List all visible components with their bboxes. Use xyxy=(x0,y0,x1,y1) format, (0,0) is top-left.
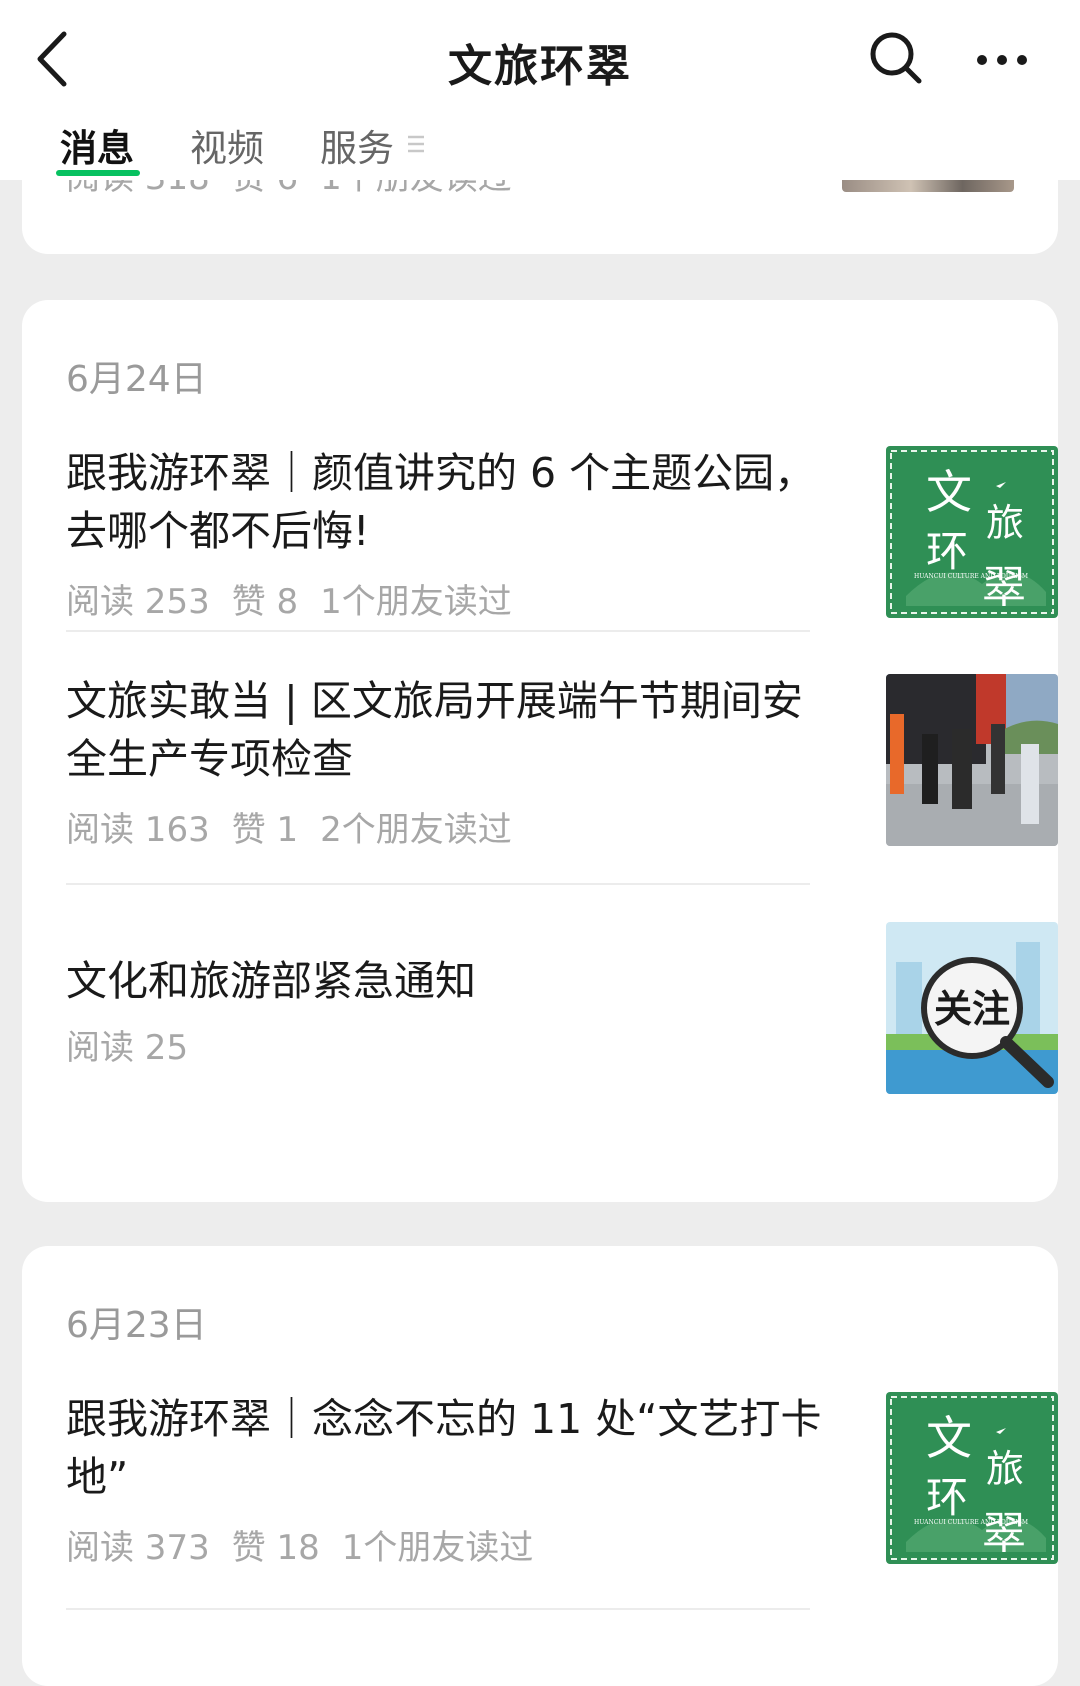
like-count: 赞 1 xyxy=(231,810,299,850)
magnifier-notice-icon: 关注 xyxy=(886,922,1058,1094)
article-meta: 阅读 373 赞 18 1个朋友读过 xyxy=(66,1520,555,1569)
notice-label: 关注 xyxy=(934,987,1010,1031)
group-date: 6月24日 xyxy=(66,359,207,400)
logo-char: 翠 xyxy=(982,562,1026,613)
article-meta: 阅读 163 赞 1 2个朋友读过 xyxy=(66,802,534,851)
logo-english: HUANCUI CULTURE AND TOURISM xyxy=(914,573,1028,580)
article-meta: 阅读 25 xyxy=(66,1020,210,1069)
like-count: 赞 8 xyxy=(231,582,299,622)
active-tab-indicator xyxy=(56,170,140,176)
article-meta: 阅读 253 赞 8 1个朋友读过 xyxy=(66,574,534,623)
friends-read: 1个朋友读过 xyxy=(341,1528,534,1568)
article-thumbnail[interactable]: 文 旅 环 翠 HUANCUI CULTURE AND TOURISM xyxy=(886,446,1058,618)
logo-char: 文 xyxy=(926,1411,972,1465)
divider xyxy=(66,883,810,885)
article-thumbnail[interactable]: 关注 xyxy=(886,922,1058,1094)
article-title[interactable]: 跟我游环翠｜念念不忘的 11 处“文艺打卡地” xyxy=(66,1390,826,1506)
read-count: 阅读 253 xyxy=(66,582,210,622)
divider xyxy=(66,1608,810,1610)
friends-read: 2个朋友读过 xyxy=(320,810,512,850)
logo-char: 旅 xyxy=(986,1447,1024,1491)
friends-read: 1个朋友读过 xyxy=(320,582,512,622)
message-group-card: 6月23日 跟我游环翠｜念念不忘的 11 处“文艺打卡地” 阅读 373 赞 18… xyxy=(22,1246,1058,1686)
logo-char: 翠 xyxy=(982,1508,1026,1559)
logo-char: 环 xyxy=(926,527,968,576)
article-thumbnail[interactable]: 文 旅 环 翠 HUANCUI CULTURE AND TOURISM xyxy=(886,1392,1058,1564)
article-title[interactable]: 跟我游环翠｜颜值讲究的 6 个主题公园，去哪个都不后悔! xyxy=(66,444,826,560)
wenlv-huancui-logo-icon: 文 旅 环 翠 HUANCUI CULTURE AND TOURISM xyxy=(886,1392,1058,1564)
logo-english: HUANCUI CULTURE AND TOURISM xyxy=(914,1519,1028,1526)
wenlv-huancui-logo-icon: 文 旅 环 翠 HUANCUI CULTURE AND TOURISM xyxy=(886,446,1058,618)
read-count: 阅读 25 xyxy=(66,1028,189,1068)
article-thumbnail[interactable] xyxy=(886,674,1058,846)
article-item[interactable]: 文化和旅游部紧急通知 阅读 25 关注 xyxy=(66,922,1058,1102)
logo-char: 旅 xyxy=(986,501,1024,545)
menu-lines-icon xyxy=(408,135,424,153)
tab-messages[interactable]: 消息 xyxy=(60,118,134,172)
like-count: 赞 18 xyxy=(231,1528,320,1568)
article-item[interactable]: 跟我游环翠｜颜值讲究的 6 个主题公园，去哪个都不后悔! 阅读 253 赞 8 1个… xyxy=(66,444,1058,644)
logo-char: 文 xyxy=(926,465,972,519)
article-item[interactable]: 跟我游环翠｜念念不忘的 11 处“文艺打卡地” 阅读 373 赞 18 1个朋友读过… xyxy=(66,1390,1058,1590)
search-icon[interactable] xyxy=(868,30,924,86)
divider xyxy=(66,630,810,632)
read-count: 阅读 163 xyxy=(66,810,210,850)
tab-videos[interactable]: 视频 xyxy=(190,118,264,172)
tab-services[interactable]: 服务 xyxy=(320,118,394,172)
message-group-card: 6月24日 跟我游环翠｜颜值讲究的 6 个主题公园，去哪个都不后悔! 阅读 25… xyxy=(22,300,1058,1202)
logo-char: 环 xyxy=(926,1473,968,1522)
article-item[interactable]: 文旅实敢当 | 区文旅局开展端午节期间安全生产专项检查 阅读 163 赞 1 2个朋… xyxy=(66,672,1058,872)
read-count: 阅读 373 xyxy=(66,1528,210,1568)
article-title[interactable]: 文旅实敢当 | 区文旅局开展端午节期间安全生产专项检查 xyxy=(66,672,826,788)
app-header: 文旅环翠 消息 视频 服务 xyxy=(0,0,1080,180)
group-date: 6月23日 xyxy=(66,1305,207,1346)
more-options-icon[interactable] xyxy=(976,52,1032,68)
inspection-photo-icon xyxy=(886,674,1058,846)
article-title[interactable]: 文化和旅游部紧急通知 xyxy=(66,952,826,1010)
